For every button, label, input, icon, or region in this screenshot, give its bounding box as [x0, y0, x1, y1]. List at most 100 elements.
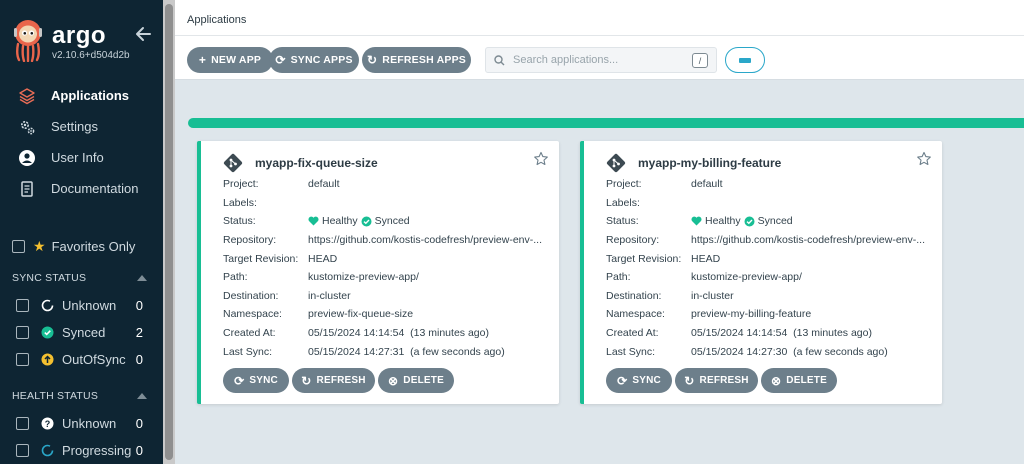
new-app-button[interactable]: + NEW APP: [187, 47, 273, 73]
check-circle-icon: [361, 216, 372, 227]
user-icon: [17, 148, 37, 168]
field-label: Path:: [606, 271, 631, 284]
times-circle-icon: ⊗: [388, 373, 399, 388]
scrollbar-thumb[interactable]: [165, 4, 173, 460]
button-label: DELETE: [403, 375, 444, 386]
field-label: Destination:: [606, 289, 662, 302]
argo-logo-icon: [14, 20, 42, 62]
field-label: Repository:: [606, 234, 660, 247]
filter-sync-unknown[interactable]: Unknown 0: [0, 292, 163, 319]
status-summary-bar: [188, 118, 1024, 128]
nav-label: Applications: [51, 88, 130, 103]
star-outline-icon[interactable]: [533, 151, 549, 167]
brand-name: argo: [52, 22, 107, 49]
refresh-apps-button[interactable]: ↻ REFRESH APPS: [362, 47, 471, 73]
book-icon: [17, 179, 37, 199]
card-header: myapp-fix-queue-size: [223, 153, 378, 173]
filter-checkbox[interactable]: [16, 299, 29, 312]
field-namespace: Namespace: preview-fix-queue-size: [223, 305, 542, 324]
app-name[interactable]: myapp-my-billing-feature: [638, 156, 781, 170]
collapse-sidebar-arrow-icon[interactable]: [134, 24, 154, 44]
field-path: Path: kustomize-preview-app/: [606, 268, 925, 287]
collapse-triangle-icon[interactable]: [137, 275, 147, 281]
top-bar: Applications: [175, 0, 1024, 36]
filter-checkbox[interactable]: [16, 444, 29, 457]
field-status: Status: Healthy Synced: [606, 212, 925, 231]
sidebar-scrollbar[interactable]: [163, 0, 175, 464]
refresh-button[interactable]: ↻ REFRESH: [292, 368, 375, 393]
nav-item-documentation[interactable]: Documentation: [0, 173, 163, 204]
health-status-header[interactable]: HEALTH STATUS: [0, 386, 163, 406]
sync-button[interactable]: ⟳ SYNC: [606, 368, 672, 393]
search-input[interactable]: [513, 54, 683, 66]
app-fields: Project: default Labels: Status: Healthy …: [223, 175, 542, 361]
delete-button[interactable]: ⊗ DELETE: [761, 368, 837, 393]
search-icon: [494, 54, 505, 65]
sync-button[interactable]: ⟳ SYNC: [223, 368, 289, 393]
button-label: REFRESH: [699, 375, 749, 386]
view-toggle-button[interactable]: [725, 47, 765, 73]
field-value: 05/15/2024 14:27:31 (a few seconds ago): [308, 345, 505, 358]
field-label: Project:: [606, 178, 642, 191]
field-value: preview-fix-queue-size: [308, 308, 414, 321]
bar-icon: [739, 57, 751, 63]
sync-status: Synced: [757, 215, 793, 228]
field-destination: Destination: in-cluster: [606, 287, 925, 306]
app-card[interactable]: myapp-my-billing-feature Project: default…: [580, 141, 942, 404]
field-label: Namespace:: [606, 308, 665, 321]
filter-health-unknown[interactable]: ? Unknown 0: [0, 410, 163, 437]
sync-status-header[interactable]: SYNC STATUS: [0, 268, 163, 288]
field-label: Project:: [223, 178, 259, 191]
field-value: in-cluster: [308, 289, 351, 302]
sync-apps-button[interactable]: ⟳ SYNC APPS: [269, 47, 359, 73]
button-label: REFRESH APPS: [382, 54, 466, 66]
field-label: Created At:: [223, 327, 276, 340]
field-value: https://github.com/kostis-codefresh/prev…: [308, 234, 543, 247]
search-shortcut-hint: /: [692, 53, 708, 68]
favorites-checkbox[interactable]: [12, 240, 25, 253]
nav-item-settings[interactable]: Settings: [0, 111, 163, 142]
app-card[interactable]: myapp-fix-queue-size Project: default Lab…: [197, 141, 559, 404]
button-label: NEW APP: [211, 54, 262, 66]
filter-sync-synced[interactable]: Synced 2: [0, 319, 163, 346]
nav-item-user-info[interactable]: User Info: [0, 142, 163, 173]
field-label: Last Sync:: [606, 345, 656, 358]
field-target-revision: Target Revision: HEAD: [606, 249, 925, 268]
field-last-sync: Last Sync: 05/15/2024 14:27:31 (a few sec…: [223, 342, 542, 361]
favorites-only-filter[interactable]: ★ Favorites Only: [12, 238, 135, 255]
search-box[interactable]: /: [485, 47, 717, 73]
card-actions: ⟳ SYNC ↻ REFRESH ⊗ DELETE: [606, 368, 936, 394]
toolbar: + NEW APP ⟳ SYNC APPS ↻ REFRESH APPS /: [175, 36, 1024, 80]
delete-button[interactable]: ⊗ DELETE: [378, 368, 454, 393]
filter-checkbox[interactable]: [16, 353, 29, 366]
filter-sync-outofsync[interactable]: OutOfSync 0: [0, 346, 163, 373]
filter-checkbox[interactable]: [16, 417, 29, 430]
nav-item-applications[interactable]: Applications: [0, 80, 163, 111]
health-status-filter: HEALTH STATUS ? Unknown 0 Progressing 0: [0, 386, 163, 464]
field-target-revision: Target Revision: HEAD: [223, 249, 542, 268]
star-outline-icon[interactable]: [916, 151, 932, 167]
field-label: Labels:: [223, 196, 257, 209]
refresh-button[interactable]: ↻ REFRESH: [675, 368, 758, 393]
collapse-triangle-icon[interactable]: [137, 393, 147, 399]
field-value: in-cluster: [691, 289, 734, 302]
field-value: kustomize-preview-app/: [308, 271, 419, 284]
button-label: SYNC APPS: [290, 54, 353, 66]
filter-checkbox[interactable]: [16, 326, 29, 339]
git-icon: [606, 153, 626, 173]
refresh-icon: ↻: [367, 53, 378, 67]
field-last-sync: Last Sync: 05/15/2024 14:27:30 (a few sec…: [606, 342, 925, 361]
app-name[interactable]: myapp-fix-queue-size: [255, 156, 378, 170]
field-label: Namespace:: [223, 308, 282, 321]
check-circle-icon: [41, 326, 54, 339]
layers-icon: [17, 86, 37, 106]
filter-health-progressing[interactable]: Progressing 0: [0, 437, 163, 464]
heart-icon: [691, 217, 702, 226]
field-value: 05/15/2024 14:14:54 (13 minutes ago): [691, 327, 872, 340]
sync-status-title: SYNC STATUS: [12, 272, 87, 284]
field-label: Created At:: [606, 327, 659, 340]
sync-icon: ⟳: [275, 53, 286, 67]
star-icon: ★: [33, 238, 46, 254]
status-value: Healthy Synced: [308, 215, 410, 227]
nav-label: Documentation: [51, 181, 139, 196]
